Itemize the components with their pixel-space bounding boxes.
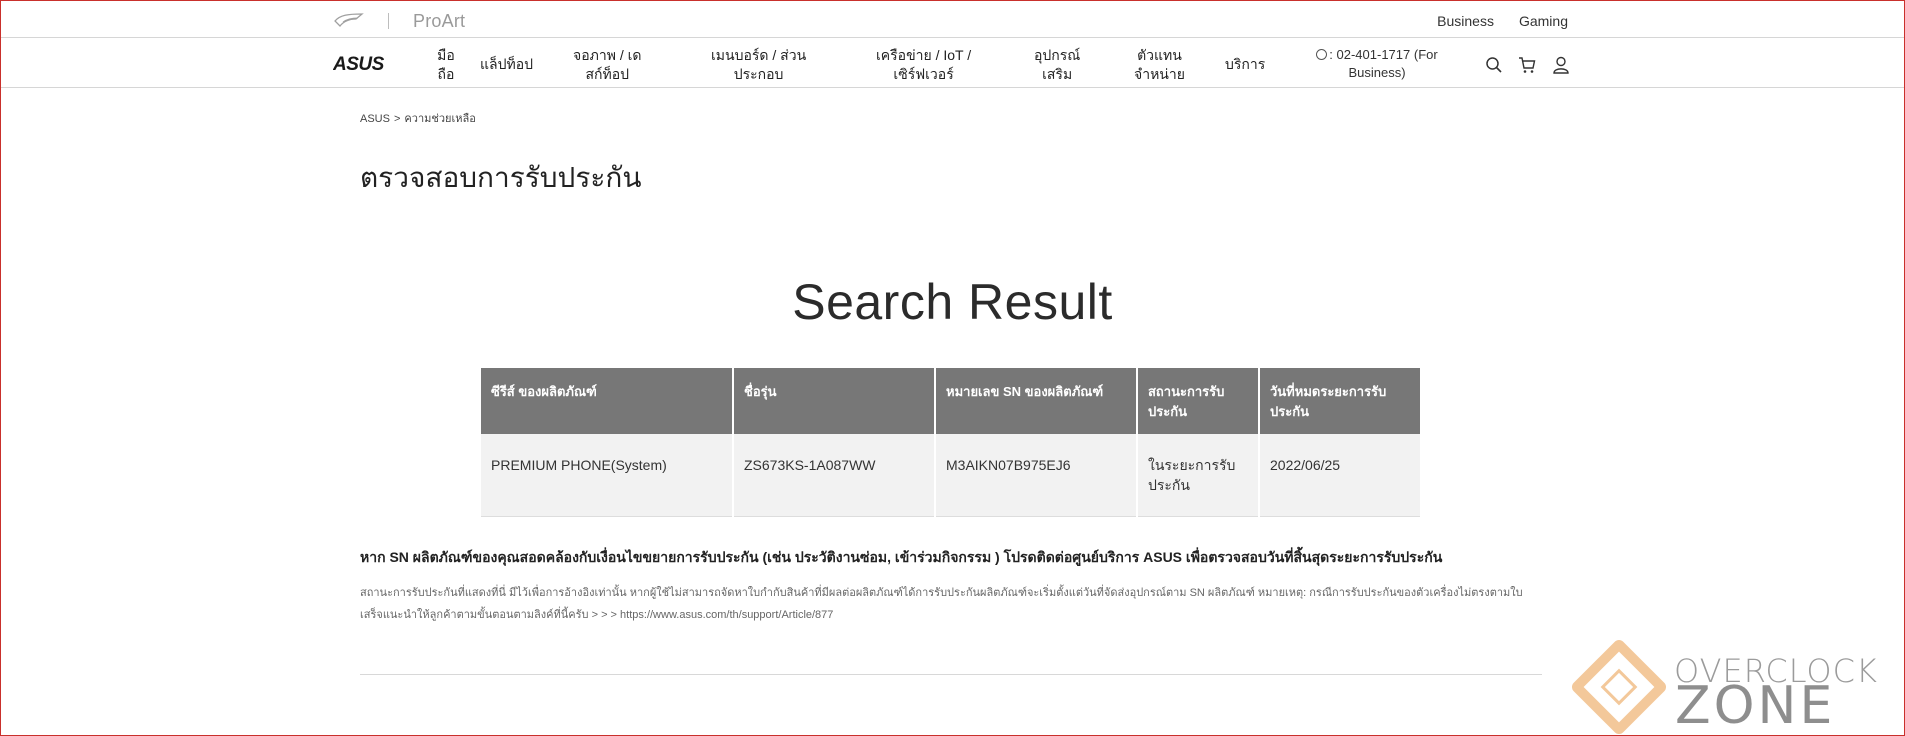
- breadcrumb: ASUS > ความช่วยเหลือ: [360, 109, 476, 127]
- page-title: ตรวจสอบการรับประกัน: [360, 162, 642, 193]
- nav-item-service[interactable]: บริการ: [1225, 55, 1265, 74]
- brand-divider: [388, 13, 389, 29]
- proart-link[interactable]: ProArt: [413, 11, 465, 32]
- asus-logo-text: ASUS: [333, 55, 385, 73]
- notice-body: สถานะการรับประกันที่แสดงที่นี่ มีไว้เพื่…: [360, 587, 1523, 621]
- cart-icon[interactable]: [1518, 56, 1536, 74]
- nav-item-laptop[interactable]: แล็ปท็อป: [480, 55, 533, 74]
- breadcrumb-separator: >: [393, 113, 401, 125]
- nav-item-motherboard[interactable]: เมนบอร์ด / ส่วน ประกอบ: [711, 46, 806, 84]
- search-result-heading: Search Result: [792, 274, 1113, 330]
- breadcrumb-home[interactable]: ASUS: [360, 113, 390, 125]
- gaming-link[interactable]: Gaming: [1519, 13, 1568, 29]
- col-header-series: ซีรีส์ ของผลิตภัณฑ์: [481, 368, 734, 434]
- business-phone[interactable]: : 02-401-1717 (For Business): [1310, 46, 1444, 82]
- top-bar: ProArt Business Gaming: [1, 1, 1904, 38]
- rog-logo-icon[interactable]: [334, 12, 364, 28]
- warranty-table: ซีรีส์ ของผลิตภัณฑ์ ชื่อรุ่น หมายเลข SN …: [481, 368, 1420, 517]
- main-nav: ASUS มือ ถือ แล็ปท็อป จอภาพ / เด สก์ท็อป…: [1, 39, 1904, 88]
- cell-status: ในระยะการรับ ประกัน: [1137, 434, 1260, 517]
- divider: [360, 674, 1542, 675]
- col-header-expiry: วันที่หมดระยะการรับ ประกัน: [1259, 368, 1420, 434]
- col-header-serial: หมายเลข SN ของผลิตภัณฑ์: [935, 368, 1138, 434]
- notice-title: หาก SN ผลิตภัณฑ์ของคุณสอดคล้องกับเงื่อนไ…: [360, 549, 1443, 565]
- cell-serial: M3AIKN07B975EJ6: [935, 434, 1138, 517]
- table-row: PREMIUM PHONE(System) ZS673KS-1A087WW M3…: [481, 434, 1420, 517]
- nav-item-monitor-desktop[interactable]: จอภาพ / เด สก์ท็อป: [573, 46, 641, 84]
- cell-series: PREMIUM PHONE(System): [481, 434, 734, 517]
- nav-item-mobile[interactable]: มือ ถือ: [435, 46, 457, 84]
- phone-icon: [1316, 49, 1328, 60]
- business-phone-text: : 02-401-1717 (For Business): [1329, 47, 1438, 80]
- nav-item-networking[interactable]: เครือข่าย / IoT / เซิร์ฟเวอร์: [876, 46, 971, 84]
- breadcrumb-current[interactable]: ความช่วยเหลือ: [404, 113, 475, 125]
- table-header-row: ซีรีส์ ของผลิตภัณฑ์ ชื่อรุ่น หมายเลข SN …: [481, 368, 1420, 434]
- col-header-status: สถานะการรับ ประกัน: [1137, 368, 1260, 434]
- cell-model: ZS673KS-1A087WW: [733, 434, 936, 517]
- nav-item-dealers[interactable]: ตัวแทน จำหน่าย: [1134, 46, 1185, 84]
- cell-expiry: 2022/06/25: [1259, 434, 1420, 517]
- nav-item-accessories[interactable]: อุปกรณ์ เสริม: [1034, 46, 1080, 84]
- user-icon[interactable]: [1552, 56, 1570, 74]
- watermark-zone: ZONE: [1675, 676, 1836, 736]
- asus-logo[interactable]: ASUS: [333, 55, 399, 73]
- business-link[interactable]: Business: [1437, 13, 1494, 29]
- col-header-model: ชื่อรุ่น: [733, 368, 936, 434]
- search-icon[interactable]: [1485, 56, 1503, 74]
- top-links: Business Gaming: [1437, 13, 1568, 29]
